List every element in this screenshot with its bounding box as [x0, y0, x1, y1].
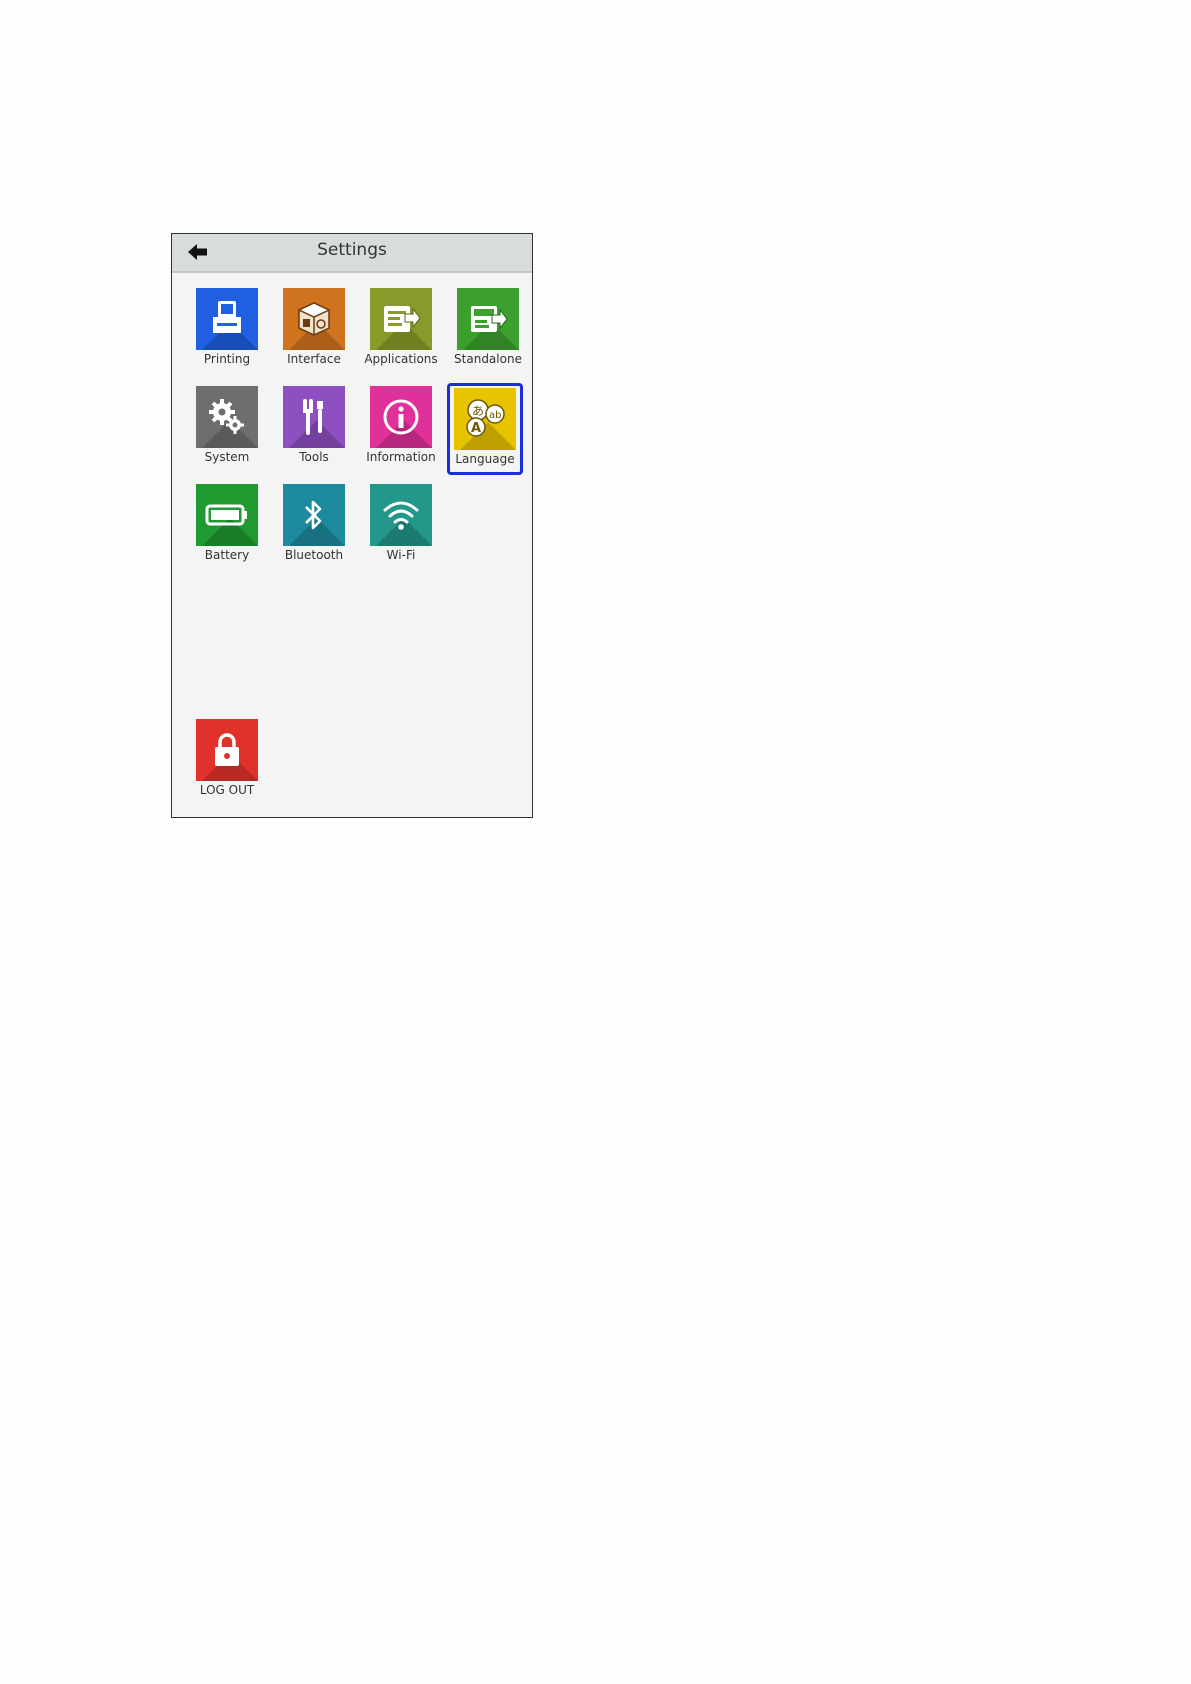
printing-icon-box	[196, 288, 258, 350]
system-label: System	[204, 450, 250, 464]
tools-tile[interactable]: Tools	[276, 386, 352, 472]
wifi-label: Wi-Fi	[386, 548, 416, 562]
applications-icon	[384, 306, 421, 332]
information-icon-box	[370, 386, 432, 448]
printing-tile[interactable]: Printing	[189, 288, 265, 374]
applications-label: Applications	[364, 352, 438, 366]
logout-icon-box	[196, 719, 258, 781]
bluetooth-icon	[305, 500, 322, 530]
wifi-icon-box	[370, 484, 432, 546]
standalone-icon	[471, 306, 508, 332]
standalone-icon-box	[457, 288, 519, 350]
battery-icon	[205, 504, 247, 526]
page-title: Settings	[317, 240, 387, 260]
language-label: Language	[455, 452, 515, 466]
wifi-icon	[383, 501, 419, 530]
interface-cube-icon	[297, 302, 331, 336]
settings-screen: Settings Printing Interface Applications…	[171, 233, 533, 818]
system-tile[interactable]: System	[189, 386, 265, 472]
interface-icon-box	[283, 288, 345, 350]
system-icon-box	[196, 386, 258, 448]
interface-label: Interface	[287, 352, 341, 366]
printer-icon	[213, 301, 241, 333]
battery-tile[interactable]: Battery	[189, 484, 265, 570]
bluetooth-label: Bluetooth	[284, 548, 344, 562]
tools-icon-box	[283, 386, 345, 448]
language-icon-box: あ ab A	[454, 388, 516, 450]
tools-label: Tools	[299, 450, 329, 464]
title-bar: Settings	[172, 234, 532, 273]
applications-icon-box	[370, 288, 432, 350]
info-icon	[383, 399, 419, 435]
standalone-label: Standalone	[454, 352, 522, 366]
wifi-tile[interactable]: Wi-Fi	[363, 484, 439, 570]
information-tile[interactable]: Information	[363, 386, 439, 472]
svg-text:ab: ab	[489, 410, 501, 421]
printing-label: Printing	[203, 352, 251, 366]
tools-icon	[303, 399, 323, 435]
applications-tile[interactable]: Applications	[363, 288, 439, 374]
gears-icon	[209, 399, 244, 434]
logout-tile[interactable]: LOG OUT	[189, 719, 265, 805]
battery-label: Battery	[204, 548, 250, 562]
svg-text:あ: あ	[472, 404, 484, 418]
bluetooth-icon-box	[283, 484, 345, 546]
language-tile[interactable]: あ ab A Language	[447, 383, 523, 475]
bluetooth-tile[interactable]: Bluetooth	[276, 484, 352, 570]
battery-icon-box	[196, 484, 258, 546]
information-label: Information	[366, 450, 436, 464]
logout-label: LOG OUT	[199, 783, 255, 797]
lock-icon	[215, 733, 239, 766]
language-icon: あ ab A	[466, 399, 505, 437]
interface-tile[interactable]: Interface	[276, 288, 352, 374]
svg-text:A: A	[471, 421, 481, 436]
standalone-tile[interactable]: Standalone	[450, 288, 526, 374]
